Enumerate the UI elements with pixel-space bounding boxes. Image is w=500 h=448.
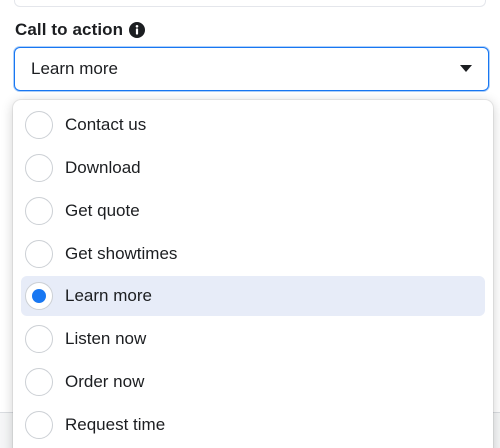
radio-button[interactable] <box>25 196 53 225</box>
radio-button[interactable] <box>25 239 53 268</box>
option-label: Request time <box>65 415 166 435</box>
option-label: Get showtimes <box>65 243 178 263</box>
radio-button[interactable] <box>25 368 53 397</box>
call-to-action-select[interactable]: Learn more <box>14 47 489 91</box>
call-to-action-dropdown: Contact us Download Get quote Get showti… <box>13 100 493 448</box>
option-label: Download <box>65 157 141 177</box>
option-download[interactable]: Download <box>21 148 485 188</box>
radio-button[interactable] <box>25 153 53 182</box>
option-order-now[interactable]: Order now <box>21 362 485 402</box>
option-label: Get quote <box>65 200 140 220</box>
caret-down-icon <box>460 65 472 72</box>
option-label: Order now <box>65 372 145 392</box>
radio-button[interactable] <box>25 411 53 440</box>
option-listen-now[interactable]: Listen now <box>21 319 485 359</box>
option-label: Learn more <box>65 286 152 306</box>
radio-selected-dot <box>32 289 46 304</box>
selected-value: Learn more <box>31 59 118 78</box>
option-learn-more[interactable]: Learn more <box>21 276 485 317</box>
radio-button[interactable] <box>25 325 53 354</box>
info-icon[interactable] <box>129 22 146 38</box>
option-get-showtimes[interactable]: Get showtimes <box>21 234 485 274</box>
call-to-action-label: Call to action <box>15 20 124 39</box>
option-request-time[interactable]: Request time <box>21 405 485 445</box>
radio-button[interactable] <box>25 111 53 139</box>
option-get-quote[interactable]: Get quote <box>21 191 485 231</box>
option-label: Listen now <box>65 329 147 349</box>
option-contact-us[interactable]: Contact us <box>21 105 485 145</box>
radio-button-checked[interactable] <box>25 282 53 311</box>
call-to-action-panel: Call to action Learn more Contact us Dow… <box>0 0 500 448</box>
field-label-row: Call to action <box>15 18 146 42</box>
option-label: Contact us <box>65 115 147 134</box>
previous-field-edge <box>14 0 486 7</box>
